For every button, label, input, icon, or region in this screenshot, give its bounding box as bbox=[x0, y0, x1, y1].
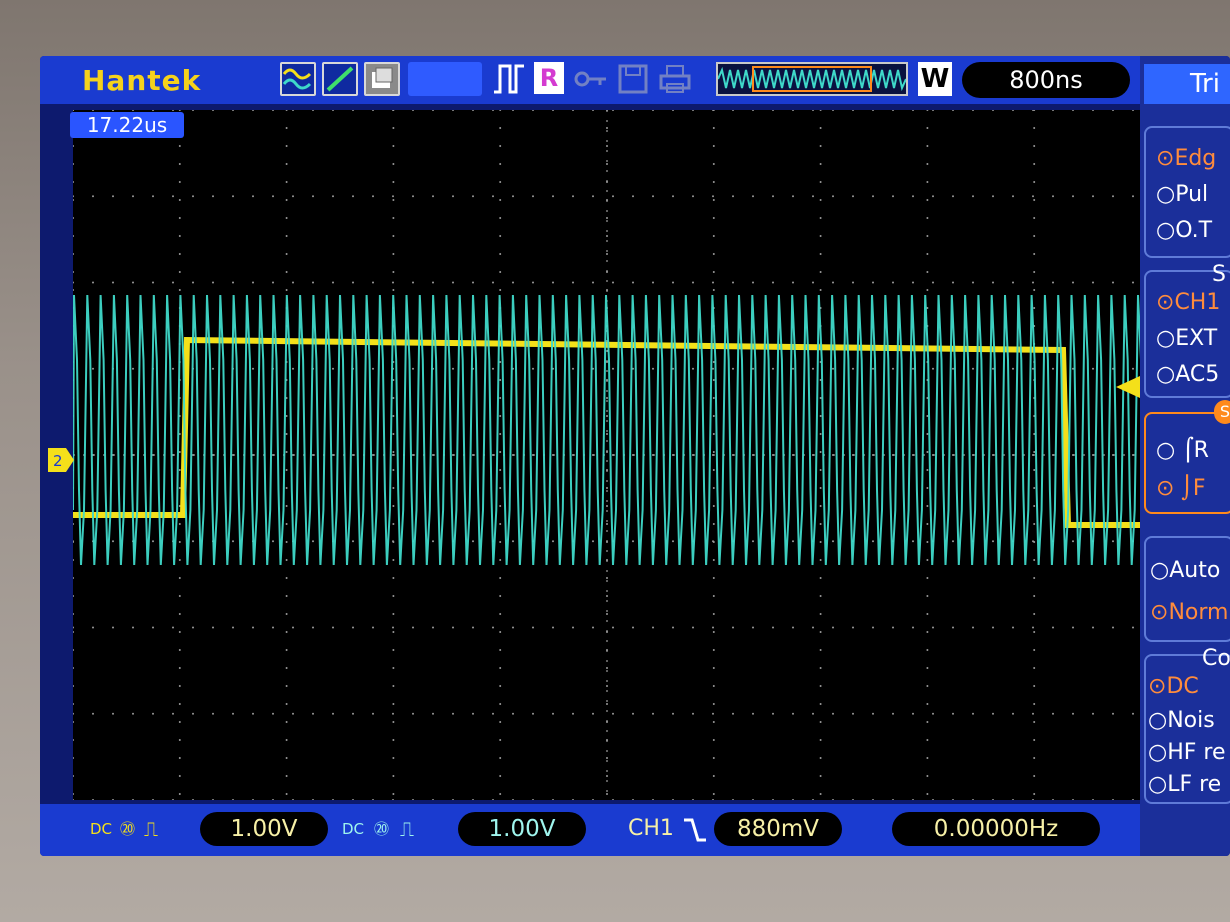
type-option-pulse[interactable]: ○Pul bbox=[1156, 182, 1208, 207]
ch1-wave-icon[interactable] bbox=[280, 62, 316, 96]
trigger-type-group: ⊙Edg ○Pul ○O.T bbox=[1144, 126, 1230, 258]
source-option-ext[interactable]: ○EXT bbox=[1156, 326, 1217, 351]
print-glyph bbox=[659, 65, 691, 93]
falling-edge-icon bbox=[684, 818, 706, 842]
pulse-glyph bbox=[494, 64, 524, 94]
slope-option-rising-label: R bbox=[1193, 438, 1209, 463]
brand-logo: Hantek bbox=[82, 64, 202, 97]
key-glyph bbox=[574, 71, 606, 87]
source-option-ext-label: EXT bbox=[1175, 326, 1218, 351]
source-group-header: S bbox=[1212, 262, 1226, 287]
math-glyph bbox=[372, 67, 393, 88]
scope-screen: Hantek R W 800ns 17.22us 2 Tri ⊙Edg ○Pul… bbox=[40, 56, 1230, 856]
source-option-ac5-label: AC5 bbox=[1175, 362, 1220, 387]
ch1-bw-limit-icon[interactable]: ⑳ bbox=[120, 814, 135, 844]
ch1-wave-glyph bbox=[282, 68, 312, 90]
key-lock-icon[interactable] bbox=[574, 64, 608, 94]
source-option-ch1[interactable]: ⊙CH1 bbox=[1156, 290, 1220, 315]
disk-glyph bbox=[618, 64, 648, 94]
waveform-grid[interactable] bbox=[72, 109, 1149, 801]
coupling-option-lf[interactable]: ○LF re bbox=[1148, 772, 1221, 797]
waveform-canvas bbox=[72, 109, 1149, 801]
coupling-group-header: Co bbox=[1202, 646, 1230, 671]
ch1-scale-readout[interactable]: 1.00V bbox=[200, 812, 328, 846]
ch2-coupling-dc-icon[interactable]: DC bbox=[342, 814, 364, 844]
mode-option-normal[interactable]: ⊙Norm bbox=[1150, 600, 1228, 625]
xy-line-icon[interactable] bbox=[322, 62, 358, 96]
save-disk-icon[interactable] bbox=[616, 64, 650, 94]
scope-bezel: Hantek R W 800ns 17.22us 2 Tri ⊙Edg ○Pul… bbox=[0, 0, 1230, 922]
xy-line-glyph bbox=[326, 66, 354, 92]
type-option-ot-label: O.T bbox=[1175, 218, 1213, 243]
slope-option-falling[interactable]: ⊙ ⌡F bbox=[1156, 476, 1206, 501]
timebase-readout[interactable]: 800ns bbox=[962, 62, 1130, 98]
record-badge[interactable]: R bbox=[534, 62, 564, 94]
math-icon[interactable] bbox=[364, 62, 400, 96]
trigger-source-readout[interactable]: CH1 bbox=[628, 812, 674, 846]
coupling-option-hf-label: HF re bbox=[1167, 740, 1226, 765]
ch2-invert-icon[interactable]: ⎍ bbox=[400, 814, 414, 844]
bottom-status-bar: DC ⑳ ⎍ 1.00V DC ⑳ ⎍ 1.00V CH1 880mV 0.00… bbox=[40, 804, 1140, 856]
coupling-option-lf-label: LF re bbox=[1167, 772, 1222, 797]
trigger-level-marker[interactable] bbox=[1116, 376, 1140, 398]
ch2-bw-limit-icon[interactable]: ⑳ bbox=[374, 814, 389, 844]
type-option-edge[interactable]: ⊙Edg bbox=[1156, 146, 1216, 171]
ch2-scale-readout[interactable]: 1.00V bbox=[458, 812, 586, 846]
run-pulse-icon[interactable] bbox=[492, 60, 526, 98]
slope-option-rising[interactable]: ○ ⌠R bbox=[1156, 438, 1209, 463]
slope-group-badge: S bbox=[1214, 400, 1230, 424]
ch1-coupling-dc-icon[interactable]: DC bbox=[90, 814, 112, 844]
coupling-option-noise[interactable]: ○Nois bbox=[1148, 708, 1215, 733]
top-toolbar: Hantek R W 800ns bbox=[40, 56, 1140, 104]
mode-option-auto[interactable]: ○Auto bbox=[1150, 558, 1220, 583]
mode-option-auto-label: Auto bbox=[1169, 558, 1221, 583]
mode-option-normal-label: Norm bbox=[1168, 600, 1229, 625]
ch1-invert-icon[interactable]: ⎍ bbox=[144, 814, 158, 844]
trigger-panel-title: Tri bbox=[1144, 64, 1230, 104]
time-offset-marker[interactable]: 17.22us bbox=[70, 112, 184, 138]
trigger-mode-group: ○Auto ⊙Norm bbox=[1144, 536, 1230, 642]
coupling-option-noise-label: Nois bbox=[1167, 708, 1215, 733]
overview-window[interactable] bbox=[752, 66, 872, 92]
trigger-level-readout[interactable]: 880mV bbox=[714, 812, 842, 846]
frequency-readout: 0.00000Hz bbox=[892, 812, 1100, 846]
source-option-ch1-label: CH1 bbox=[1174, 290, 1221, 315]
slope-option-falling-label: F bbox=[1192, 476, 1206, 501]
type-option-edge-label: Edg bbox=[1174, 146, 1217, 171]
print-icon[interactable] bbox=[658, 64, 692, 94]
type-option-ot[interactable]: ○O.T bbox=[1156, 218, 1212, 243]
trigger-slope-group: S ○ ⌠R ⊙ ⌡F bbox=[1144, 400, 1230, 514]
trigger-source-group: S ⊙CH1 ○EXT ○AC5 bbox=[1144, 262, 1230, 398]
coupling-option-dc-label: DC bbox=[1166, 674, 1199, 699]
status-blank-field bbox=[408, 62, 482, 96]
coupling-option-hf[interactable]: ○HF re bbox=[1148, 740, 1226, 765]
type-option-pulse-label: Pul bbox=[1175, 182, 1209, 207]
svg-text:2: 2 bbox=[53, 452, 63, 470]
coupling-option-dc[interactable]: ⊙DC bbox=[1148, 674, 1199, 699]
window-mode-badge[interactable]: W bbox=[918, 62, 952, 96]
source-option-ac5[interactable]: ○AC5 bbox=[1156, 362, 1219, 387]
ch2-level-marker[interactable]: 2 bbox=[48, 448, 74, 472]
trigger-coupling-group: Co ⊙DC ○Nois ○HF re ○LF re bbox=[1144, 646, 1230, 804]
memory-overview-bar[interactable] bbox=[716, 62, 908, 96]
